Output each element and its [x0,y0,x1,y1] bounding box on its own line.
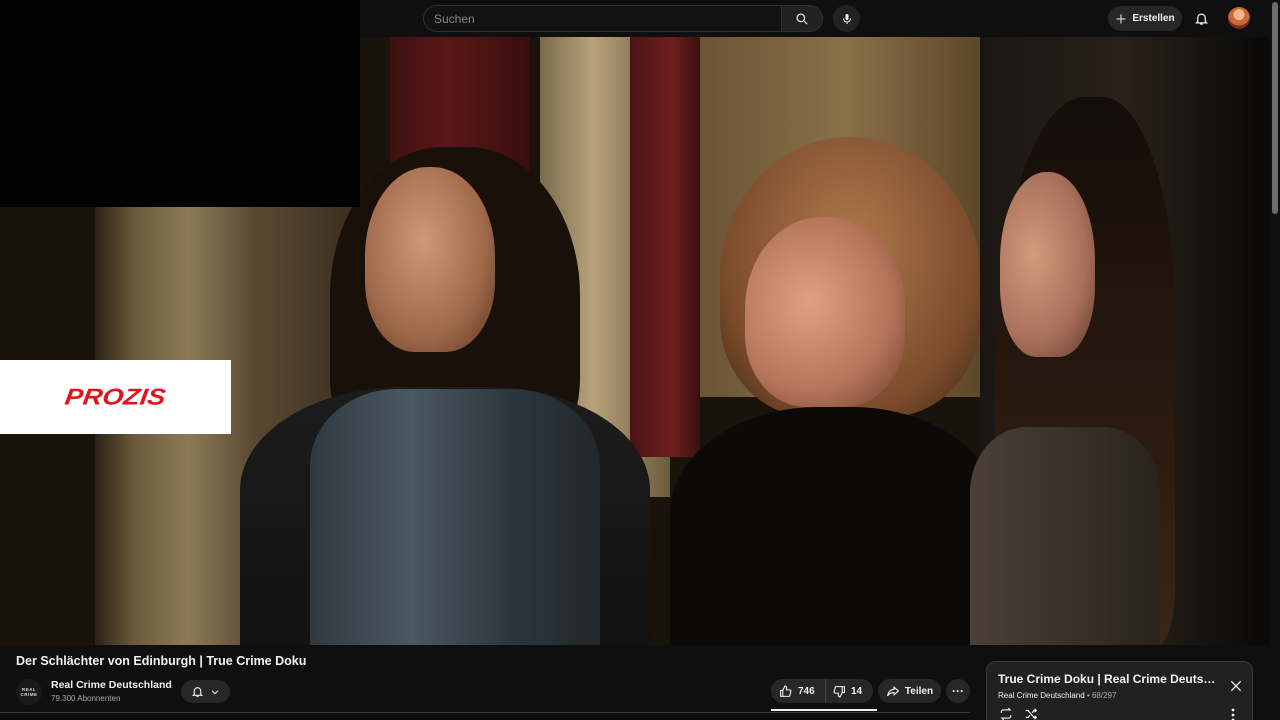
create-button[interactable]: Erstellen [1108,6,1182,31]
dislike-button[interactable]: 14 [826,679,862,703]
microphone-icon [842,13,851,24]
more-actions-button[interactable]: ··· [946,679,970,703]
page-scrollbar[interactable] [1270,0,1280,720]
video-person-face [1000,172,1095,357]
search-box[interactable] [423,5,781,32]
video-person-face [365,167,495,352]
playlist-meta: Real Crime Deutschland • 68/297 [998,691,1116,700]
video-person-face [745,217,905,407]
notifications-button[interactable] [1190,7,1212,29]
ad-banner[interactable]: PROZIS [0,360,231,434]
more-icon: ··· [952,684,964,698]
playlist-channel[interactable]: Real Crime Deutschland [998,691,1085,700]
channel-name[interactable]: Real Crime Deutschland [51,679,172,691]
thumbs-up-icon [780,685,792,697]
playlist-title[interactable]: True Crime Doku | Real Crime Deutschland [998,672,1218,686]
plus-icon [1116,14,1126,23]
search-icon [796,12,808,25]
channel-avatar[interactable]: REAL CRIME [16,679,42,705]
chevron-down-icon [211,689,219,694]
subscriber-count: 79.300 Abonnenten [51,694,121,703]
share-button[interactable]: Teilen [878,679,941,703]
close-icon [1230,680,1242,692]
like-count: 746 [798,685,815,697]
ad-brand-logo: PROZIS [63,383,168,410]
playlist-close-button[interactable] [1228,678,1244,694]
video-scene-curtain [630,37,700,457]
video-person-body [670,407,1000,645]
divider [0,712,970,713]
like-dislike-group: 746 14 [771,679,873,703]
video-person-body [970,427,1160,645]
shuffle-icon [1025,708,1038,720]
voice-search-button[interactable] [833,5,860,32]
playlist-separator: • [1084,691,1092,700]
video-person-vest [310,389,600,645]
playlist-position: 68/297 [1091,691,1117,700]
blank-overlay [0,0,360,207]
account-avatar[interactable] [1228,7,1250,29]
video-title: Der Schlächter von Edinburgh | True Crim… [16,654,307,668]
dislike-count: 14 [851,685,863,697]
subscription-notification-button[interactable] [181,680,230,703]
bell-icon [1194,13,1208,25]
playlist-shuffle-button[interactable] [1023,707,1039,720]
share-icon [886,685,900,696]
thumbs-down-icon [833,685,845,697]
youtube-watch-page: Erstellen PROZIS Der Schlächter von Edin… [0,0,1280,720]
search-button[interactable] [781,5,823,32]
search-input[interactable] [424,6,781,31]
share-label: Teilen [904,685,934,697]
channel-avatar-text: CRIME [20,692,38,697]
loop-icon [1000,707,1012,720]
scrollbar-thumb[interactable] [1272,2,1278,214]
playlist-more-button[interactable] [1231,708,1239,720]
playlist-panel: True Crime Doku | Real Crime Deutschland… [986,661,1253,720]
vertical-dots-icon [1231,708,1235,720]
like-button[interactable]: 746 [771,679,826,703]
bell-icon [191,687,204,697]
playlist-loop-button[interactable] [998,707,1014,720]
divider-accent [771,709,877,711]
create-button-label: Erstellen [1132,13,1175,24]
